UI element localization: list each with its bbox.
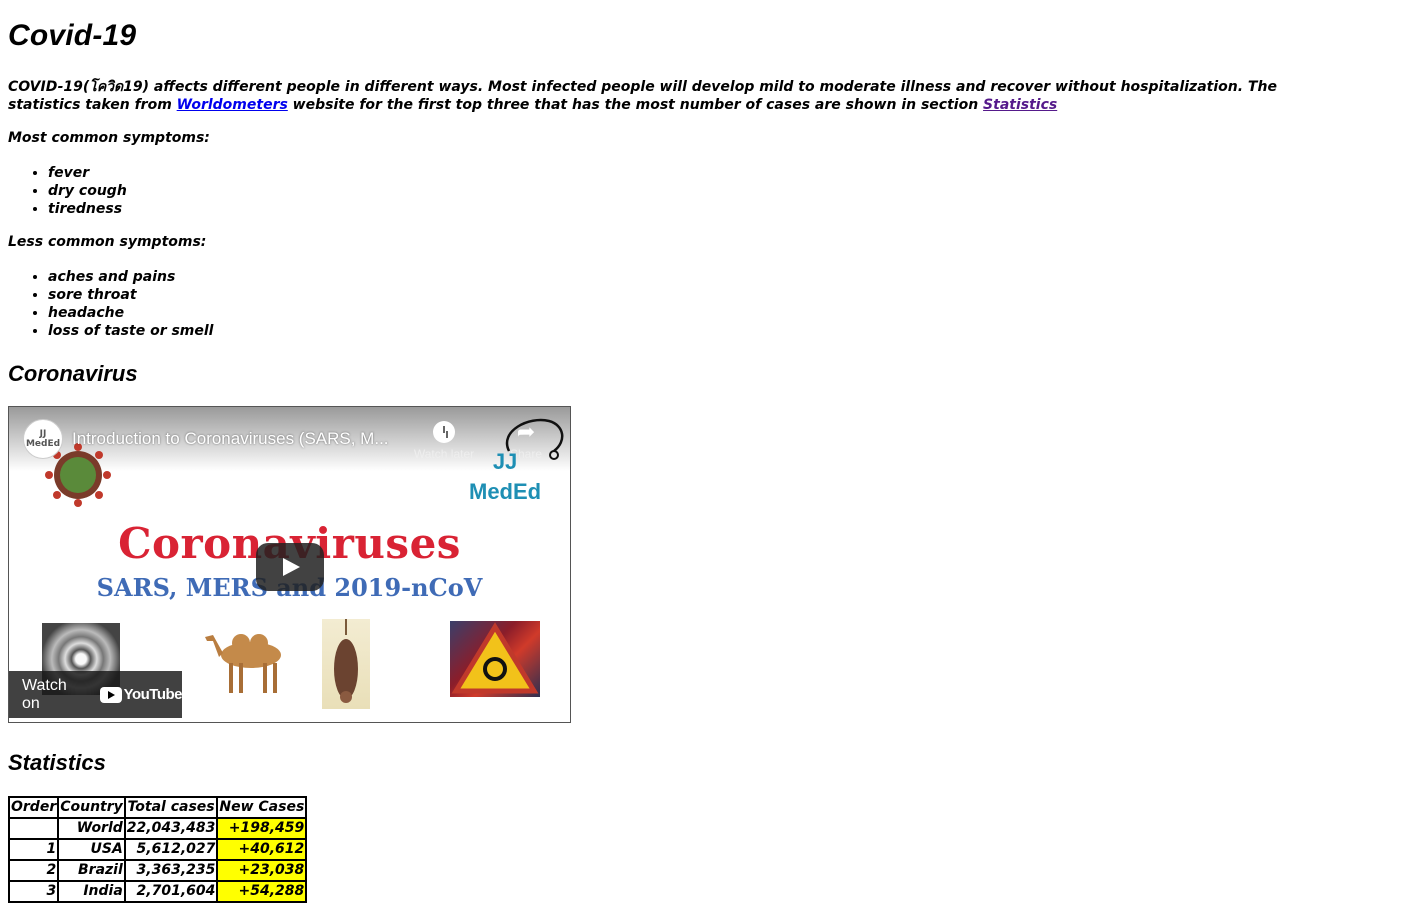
cell-total: 3,363,235 [124,860,218,881]
less-common-symptoms-list: aches and pains sore throat headache los… [8,268,213,340]
cell-total: 22,043,483 [124,818,218,839]
column-header-country: Country [58,797,125,818]
column-header-order: Order [9,797,59,818]
list-item: loss of taste or smell [48,322,213,340]
cell-new-cases: +198,459 [217,818,307,839]
common-symptoms-label: Most common symptoms: [8,130,210,146]
table-row: 3 India 2,701,604 +54,288 [9,881,307,902]
youtube-wordmark: YouTube [123,686,183,703]
less-common-symptoms-label: Less common symptoms: [8,234,207,250]
video-title[interactable]: Introduction to Coronaviruses (SARS, M..… [72,429,389,449]
statistics-link[interactable]: Statistics [983,97,1057,113]
logo-line-1: JJ [492,449,518,474]
worldometers-link[interactable]: Worldometers [177,97,288,113]
list-item: sore throat [48,286,213,304]
table-row: 1 USA 5,612,027 +40,612 [9,839,307,860]
cell-country: India [58,881,125,902]
bat-image [322,619,370,709]
cell-order: 3 [9,881,59,902]
watch-on-youtube-button[interactable]: Watch on YouTube [9,671,183,718]
cell-country: Brazil [58,860,125,881]
cell-total: 5,612,027 [124,839,218,860]
clock-icon [433,421,455,443]
cell-total: 2,701,604 [124,881,218,902]
intro-paragraph: COVID-19(โควิด19) affects different peop… [8,78,1308,114]
table-header-row: Order Country Total cases New Cases [9,797,307,818]
statistics-table: Order Country Total cases New Cases Worl… [8,796,308,903]
jj-meded-logo: JJ MedEd [469,447,541,507]
list-item: tiredness [48,200,127,218]
list-item: aches and pains [48,268,213,286]
cell-new-cases: +54,288 [217,881,307,902]
column-header-total-cases: Total cases [124,797,218,818]
list-item: fever [48,164,127,182]
channel-avatar[interactable]: JJ MedEd [23,419,63,459]
logo-line-2: MedEd [469,479,542,504]
share-icon: ➦ [516,419,536,444]
table-row: 2 Brazil 3,363,235 +23,038 [9,860,307,881]
table-row: World 22,043,483 +198,459 [9,818,307,839]
column-header-new-cases: New Cases [217,797,307,818]
statistics-heading: Statistics [8,750,106,775]
watch-on-label: Watch on [22,676,67,712]
page-title: Covid-19 [8,19,137,52]
cell-country: USA [58,839,125,860]
youtube-play-icon [99,686,122,703]
cell-order: 2 [9,860,59,881]
coronavirus-heading: Coronavirus [8,361,138,386]
youtube-logo: YouTube [99,686,183,703]
youtube-embed[interactable]: JJ MedEd Introduction to Coronaviruses (… [8,406,571,723]
cell-order [9,818,59,839]
camel-image [205,634,281,693]
cell-order: 1 [9,839,59,860]
common-symptoms-list: fever dry cough tiredness [8,164,127,218]
cell-new-cases: +23,038 [217,860,307,881]
list-item: dry cough [48,182,127,200]
play-button[interactable] [256,543,324,591]
list-item: headache [48,304,213,322]
cell-country: World [58,818,125,839]
intro-text-middle: website for the first top three that has… [287,97,984,113]
cell-new-cases: +40,612 [217,839,307,860]
biohazard-image [450,621,540,697]
